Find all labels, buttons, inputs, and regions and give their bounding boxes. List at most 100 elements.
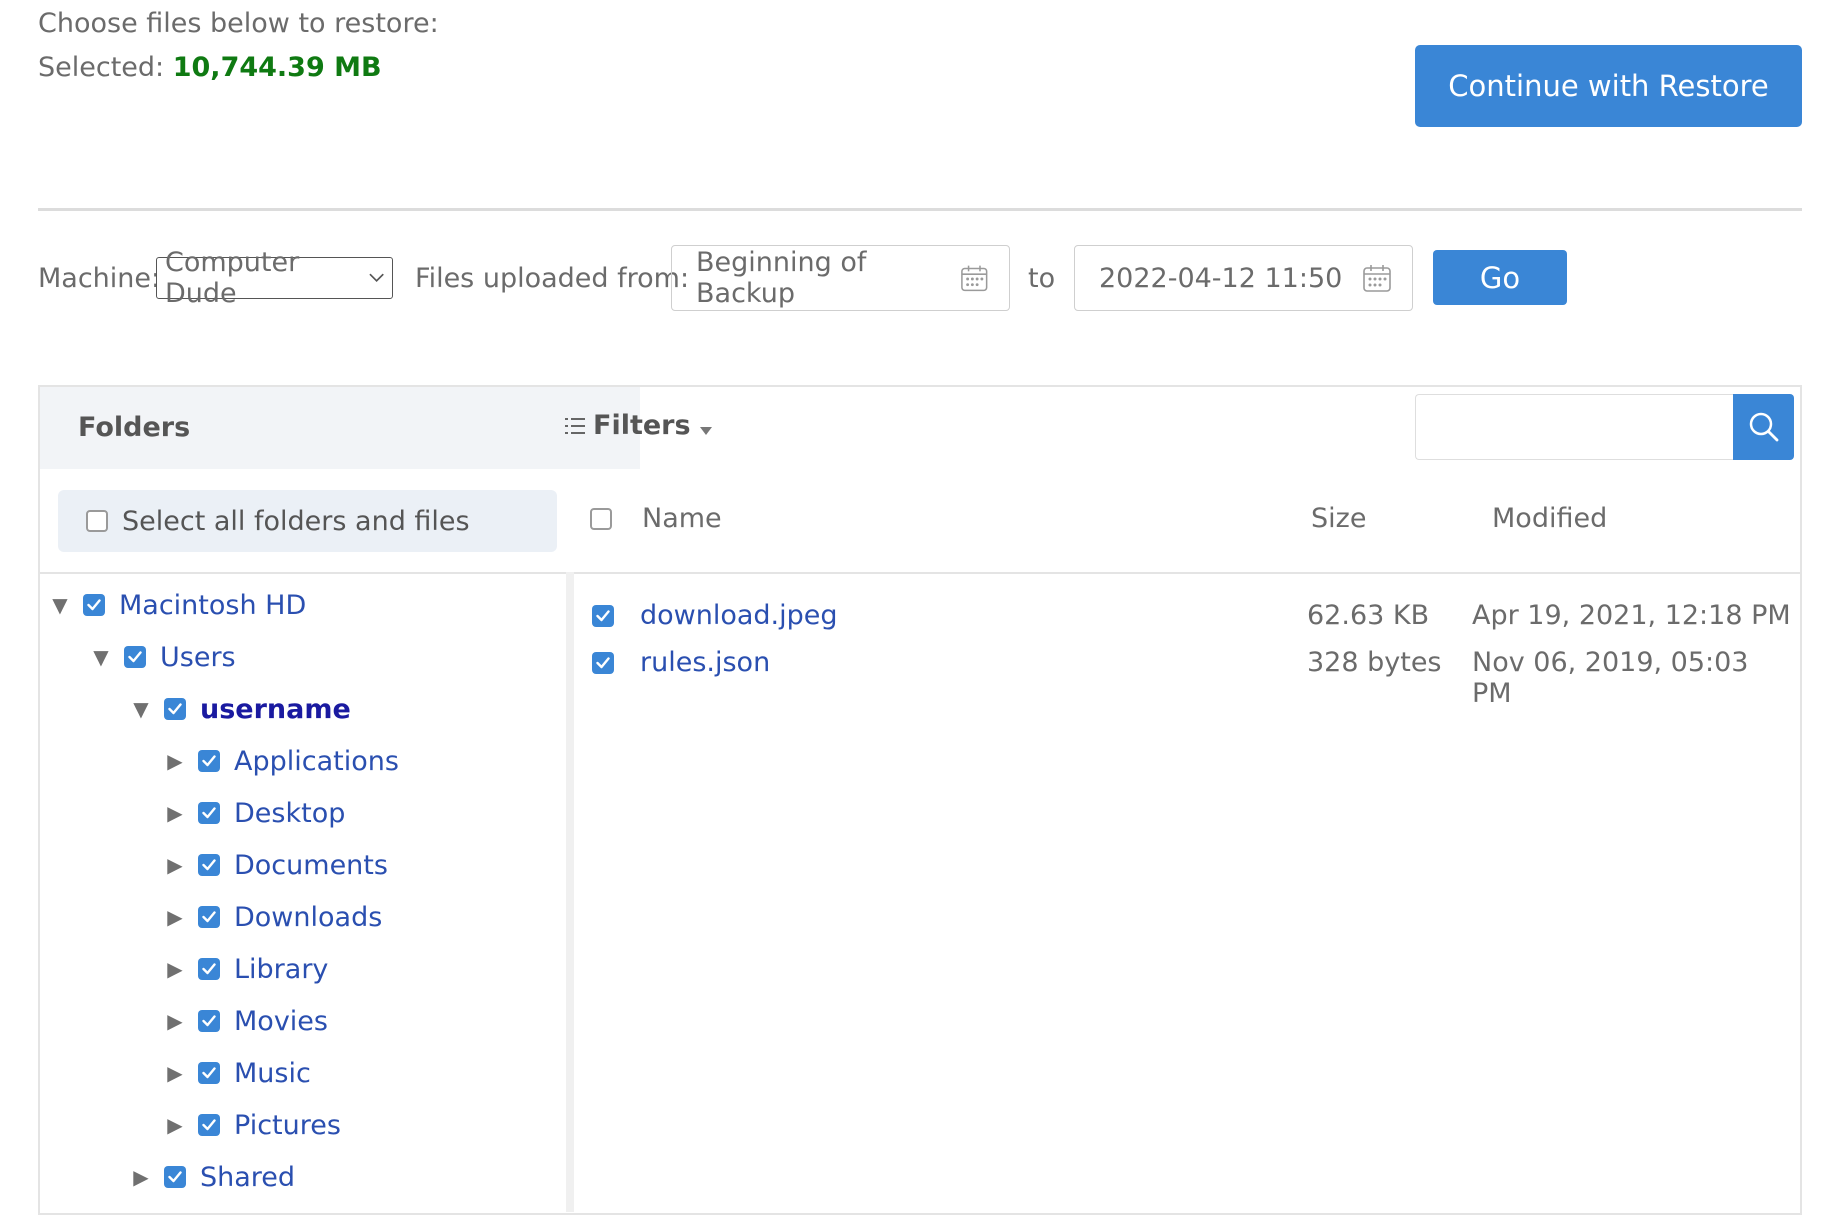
checkmark-icon [202, 911, 216, 923]
tree-item-label[interactable]: Shared [200, 1162, 295, 1193]
calendar-icon[interactable] [1362, 263, 1392, 293]
tree-item-label[interactable]: Desktop [234, 798, 345, 829]
tree-item[interactable]: ▶ Music [160, 1053, 311, 1093]
checkmark-icon [128, 651, 142, 663]
tree-item[interactable]: ▶ Shared [126, 1157, 295, 1197]
collapsed-triangle-icon[interactable]: ▶ [160, 1009, 190, 1033]
tree-item[interactable]: ▶ Documents [160, 845, 388, 885]
tree-item-label[interactable]: Music [234, 1058, 311, 1089]
from-date-input[interactable]: Beginning of Backup [671, 245, 1010, 311]
go-button[interactable]: Go [1433, 250, 1567, 305]
tree-item-label[interactable]: Macintosh HD [119, 590, 306, 621]
header-divider [38, 208, 1802, 211]
checkmark-icon [202, 1067, 216, 1079]
tree-item-checkbox[interactable] [198, 906, 220, 928]
selected-size-line: Selected: 10,744.39 MB [38, 52, 382, 83]
file-checkbox[interactable] [592, 652, 614, 674]
filters-dropdown[interactable]: Filters [565, 410, 713, 441]
collapsed-triangle-icon[interactable]: ▶ [160, 853, 190, 877]
file-modified: Nov 06, 2019, 05:03 PM [1472, 647, 1749, 709]
tree-item-checkbox[interactable] [198, 1010, 220, 1032]
expanded-triangle-icon[interactable]: ▼ [86, 645, 116, 669]
continue-with-restore-button[interactable]: Continue with Restore [1415, 45, 1802, 127]
checkmark-icon [168, 703, 182, 715]
machine-label: Machine: [38, 263, 161, 294]
file-name[interactable]: rules.json [640, 647, 770, 678]
column-header-modified[interactable]: Modified [1492, 503, 1607, 534]
collapsed-triangle-icon[interactable]: ▶ [126, 1165, 156, 1189]
selected-label: Selected: [38, 52, 165, 83]
checkmark-icon [202, 1119, 216, 1131]
tree-item[interactable]: ▶ Desktop [160, 793, 345, 833]
tree-item-label[interactable]: username [200, 694, 351, 725]
tree-item-label[interactable]: Pictures [234, 1110, 341, 1141]
file-modified: Apr 19, 2021, 12:18 PM [1472, 600, 1791, 631]
tree-item[interactable]: ▶ Movies [160, 1001, 328, 1041]
tree-item-checkbox[interactable] [198, 1114, 220, 1136]
tree-item-checkbox[interactable] [198, 958, 220, 980]
tree-item[interactable]: ▶ Library [160, 949, 328, 989]
chevron-down-icon [369, 273, 384, 283]
tree-item[interactable]: ▼ username [126, 689, 351, 729]
machine-select[interactable]: Computer Dude [156, 247, 393, 309]
file-size: 328 bytes [1307, 647, 1442, 678]
to-date-input[interactable]: 2022-04-12 11:50 [1074, 245, 1413, 311]
select-all-label: Select all folders and files [122, 505, 470, 537]
column-header-name[interactable]: Name [642, 503, 722, 534]
tree-item[interactable]: ▶ Downloads [160, 897, 382, 937]
tree-item-label[interactable]: Documents [234, 850, 388, 881]
checkmark-icon [596, 657, 610, 669]
expanded-triangle-icon[interactable]: ▼ [45, 593, 75, 617]
tree-item-label[interactable]: Users [160, 642, 236, 673]
select-all-row[interactable]: Select all folders and files [58, 490, 557, 552]
files-uploaded-from-label: Files uploaded from: [415, 263, 690, 294]
collapsed-triangle-icon[interactable]: ▶ [160, 1113, 190, 1137]
select-all-files-checkbox[interactable] [590, 508, 612, 530]
panel-divider [40, 572, 1802, 574]
search-icon [1749, 412, 1778, 442]
tree-item[interactable]: ▶ Pictures [160, 1105, 341, 1145]
to-label: to [1028, 263, 1056, 294]
tree-item-label[interactable]: Applications [234, 746, 399, 777]
tree-item-checkbox[interactable] [83, 594, 105, 616]
tree-item-checkbox[interactable] [198, 854, 220, 876]
calendar-icon[interactable] [960, 263, 989, 293]
tree-item-checkbox[interactable] [198, 1062, 220, 1084]
search-input[interactable] [1415, 394, 1735, 460]
tree-item-checkbox[interactable] [164, 698, 186, 720]
tree-item[interactable]: ▶ Applications [160, 741, 399, 781]
collapsed-triangle-icon[interactable]: ▶ [160, 905, 190, 929]
collapsed-triangle-icon[interactable]: ▶ [160, 801, 190, 825]
caret-down-icon [699, 426, 712, 435]
machine-select-value: Computer Dude [165, 247, 300, 309]
file-row[interactable]: download.jpeg 62.63 KB Apr 19, 2021, 12:18… [592, 595, 1792, 637]
tree-item-checkbox[interactable] [124, 646, 146, 668]
tree-item-checkbox[interactable] [164, 1166, 186, 1188]
checkmark-icon [202, 859, 216, 871]
tree-item-checkbox[interactable] [198, 750, 220, 772]
tree-item[interactable]: ▼ Users [86, 637, 236, 677]
tree-item[interactable]: ▼ Macintosh HD [45, 585, 306, 625]
selected-size-value: 10,744.39 MB [172, 52, 382, 83]
checkmark-icon [202, 963, 216, 975]
file-name[interactable]: download.jpeg [640, 600, 838, 631]
collapsed-triangle-icon[interactable]: ▶ [160, 957, 190, 981]
to-date-value: 2022-04-12 11:50 [1099, 262, 1343, 294]
file-checkbox[interactable] [592, 605, 614, 627]
tree-item-label[interactable]: Movies [234, 1006, 328, 1037]
list-icon [565, 417, 585, 434]
collapsed-triangle-icon[interactable]: ▶ [160, 749, 190, 773]
collapsed-triangle-icon[interactable]: ▶ [160, 1061, 190, 1085]
tree-item-label[interactable]: Downloads [234, 902, 382, 933]
filters-label: Filters [593, 410, 691, 441]
search-button[interactable] [1733, 394, 1794, 460]
select-all-checkbox[interactable] [86, 510, 108, 532]
tree-item-label[interactable]: Library [234, 954, 328, 985]
column-header-size[interactable]: Size [1311, 503, 1366, 534]
tree-item-checkbox[interactable] [198, 802, 220, 824]
expanded-triangle-icon[interactable]: ▼ [126, 697, 156, 721]
tree-resize-handle[interactable] [566, 572, 574, 1212]
file-row[interactable]: rules.json 328 bytes Nov 06, 2019, 05:03 P… [592, 642, 1792, 709]
folders-title: Folders [78, 412, 191, 443]
checkmark-icon [202, 755, 216, 767]
